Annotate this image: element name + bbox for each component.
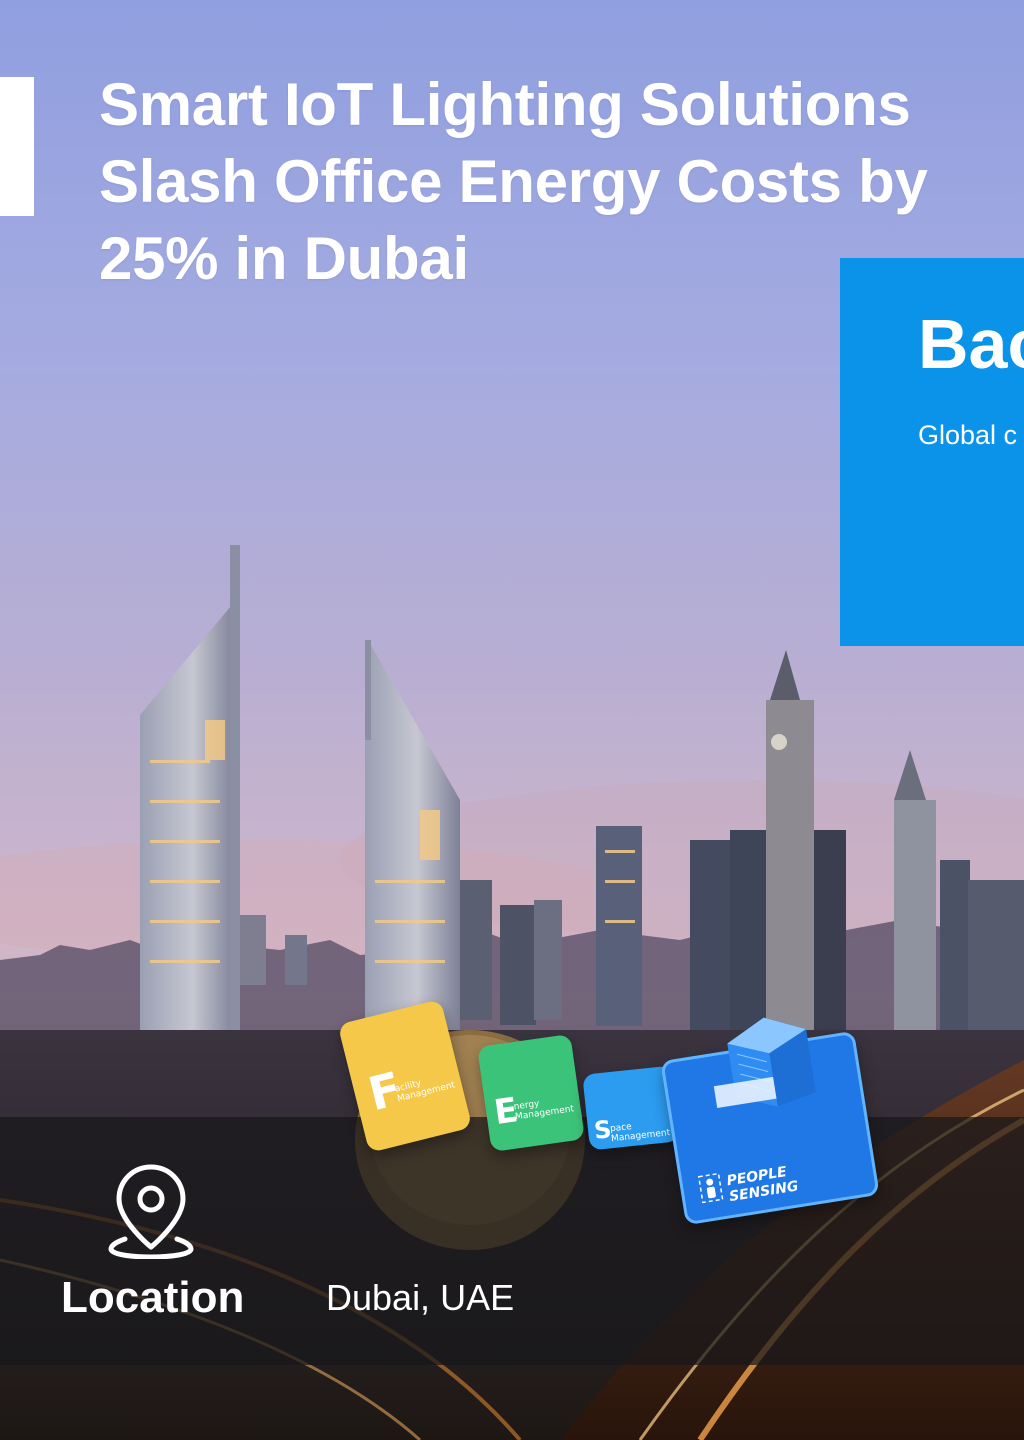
smart-building-icon — [713, 1017, 816, 1109]
person-icon — [697, 1172, 724, 1204]
background-card-body: Global c value. T occupa smart li — [918, 420, 1024, 450]
energy-tile-caption: nergy Management — [513, 1098, 575, 1123]
map-pin-icon — [108, 1164, 194, 1259]
background-card-title: Bac — [918, 305, 1024, 383]
facility-tile-caption: acility Management — [393, 1078, 457, 1105]
location-value: Dubai, UAE — [326, 1277, 515, 1318]
people-sensing-caption: PEOPLE SENSING — [725, 1164, 800, 1206]
people-sensing-tile: PEOPLE SENSING — [660, 1017, 880, 1226]
title-accent-bar — [0, 77, 34, 216]
space-tile-caption: pace Management — [609, 1122, 671, 1145]
energy-management-tile: E nergy Management — [477, 1033, 585, 1153]
background-card: Bac Global c value. T occupa smart li — [840, 258, 1024, 646]
location-label: Location — [61, 1273, 245, 1322]
